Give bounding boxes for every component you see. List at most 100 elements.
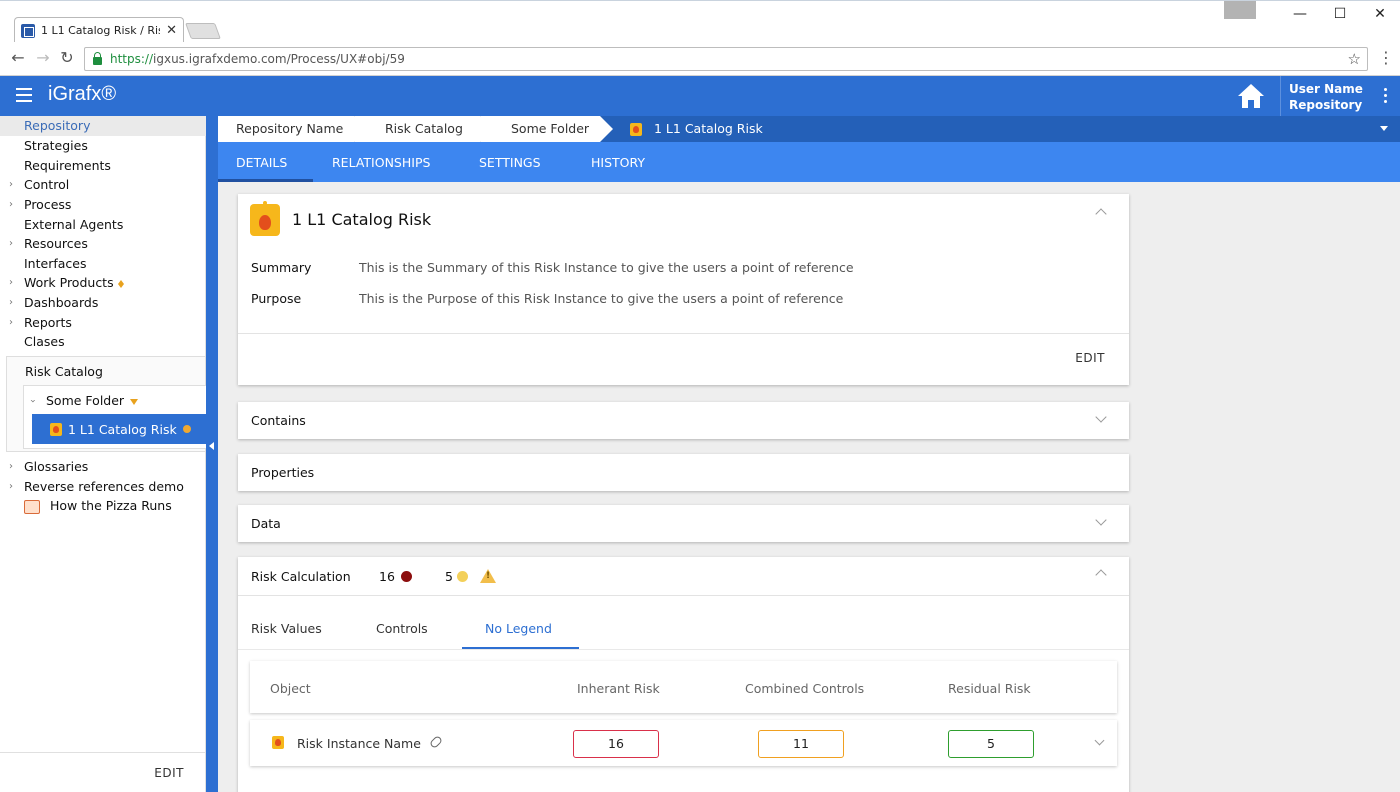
bookmark-star-icon[interactable]: ☆ (1348, 50, 1361, 68)
column-header-inherent[interactable]: Inherant Risk (577, 681, 660, 696)
sidebar-item-selected-risk[interactable]: 1 L1 Catalog Risk (32, 414, 208, 444)
properties-section[interactable]: Properties (238, 454, 1129, 491)
sidebar-item-pizza-runs[interactable]: How the Pizza Runs (0, 496, 200, 516)
breadcrumb-risk-catalog[interactable]: Risk Catalog (354, 116, 493, 142)
risk-calculation-section: Risk Calculation 16 5 Risk Values Contro… (238, 557, 1129, 792)
minimize-icon[interactable]: — (1280, 1, 1320, 29)
browser-menu-icon[interactable]: ⋮ (1376, 48, 1396, 68)
data-title: Data (251, 516, 281, 531)
data-section[interactable]: Data (238, 505, 1129, 542)
expand-chevron-icon[interactable] (1095, 514, 1107, 526)
folder-group: › Some Folder 1 L1 Catalog Risk (23, 385, 208, 449)
status-dot-icon (182, 425, 191, 433)
breadcrumb-repository-name[interactable]: Repository Name (218, 116, 367, 142)
sidebar-item-dashboards[interactable]: › Dashboards (0, 293, 200, 313)
back-arrow-icon[interactable]: ← (8, 48, 28, 68)
warning-indicator-icon (130, 398, 139, 405)
sidebar-item-work-products[interactable]: › Work Products (0, 273, 200, 293)
browser-tab[interactable]: 1 L1 Catalog Risk / Risk / ✕ (14, 17, 184, 43)
expand-chevron-icon[interactable]: › (9, 477, 13, 497)
sidebar-item-glossaries[interactable]: › Glossaries (0, 457, 200, 477)
tab-details[interactable]: DETAILS (236, 142, 287, 182)
sidebar-item-clases[interactable]: Clases (0, 332, 200, 352)
app-header: iGrafx® User Name Repository (0, 76, 1400, 116)
sidebar-item-risk-catalog[interactable]: Risk Catalog (1, 362, 201, 382)
breadcrumb-some-folder[interactable]: Some Folder (480, 116, 613, 142)
residual-risk-value[interactable]: 5 (948, 730, 1034, 758)
maximize-icon[interactable]: ☐ (1320, 1, 1360, 29)
detail-tabs: DETAILS RELATIONSHIPS SETTINGS HISTORY (218, 142, 1400, 182)
combined-controls-value[interactable]: 11 (758, 730, 844, 758)
expand-chevron-icon[interactable]: › (9, 195, 13, 215)
column-header-object[interactable]: Object (270, 681, 311, 696)
card-divider (238, 595, 1129, 596)
sidebar-edit-button[interactable]: EDIT (154, 766, 184, 780)
risk-table-header: Object Inherant Risk Combined Controls R… (250, 661, 1117, 713)
subtab-no-legend[interactable]: No Legend (485, 621, 552, 636)
breadcrumb-dropdown-icon[interactable] (1380, 126, 1388, 131)
forward-arrow-icon[interactable]: → (33, 48, 53, 68)
subtab-controls[interactable]: Controls (376, 621, 428, 636)
inherent-risk-value[interactable]: 16 (573, 730, 659, 758)
tab-close-icon[interactable]: ✕ (166, 23, 177, 38)
column-header-residual[interactable]: Residual Risk (948, 681, 1031, 696)
collapse-chevron-icon[interactable] (1095, 208, 1107, 220)
url-input[interactable]: https:// igxus.igrafxdemo.com/Process/UX… (84, 47, 1368, 71)
details-card: 1 L1 Catalog Risk Summary This is the Su… (238, 194, 1129, 385)
sidebar-item-reports[interactable]: › Reports (0, 313, 200, 333)
process-diagram-icon (24, 500, 40, 514)
expand-chevron-icon[interactable]: › (9, 293, 13, 313)
expand-chevron-icon[interactable]: › (9, 234, 13, 254)
expand-chevron-icon[interactable]: › (9, 457, 13, 477)
sidebar-footer: EDIT (0, 752, 206, 792)
sidebar-item-process[interactable]: › Process (0, 195, 200, 215)
url-path: igxus.igrafxdemo.com/Process/UX#obj/59 (153, 52, 405, 66)
risk-flame-icon (272, 736, 284, 749)
details-content: 1 L1 Catalog Risk Summary This is the Su… (218, 182, 1400, 792)
subtab-risk-values[interactable]: Risk Values (251, 621, 322, 636)
sidebar-collapse-handle[interactable] (206, 116, 218, 792)
sidebar-item-interfaces[interactable]: Interfaces (0, 254, 200, 274)
home-icon[interactable] (1236, 81, 1266, 111)
more-options-icon[interactable] (1384, 88, 1388, 106)
sidebar-item-control[interactable]: › Control (0, 175, 200, 195)
user-menu[interactable]: User Name Repository (1280, 76, 1400, 116)
expand-chevron-icon[interactable]: › (9, 175, 13, 195)
sidebar-item-requirements[interactable]: Requirements (0, 156, 200, 176)
contains-section[interactable]: Contains (238, 402, 1129, 439)
details-edit-button[interactable]: EDIT (1075, 351, 1105, 365)
risk-flame-icon (50, 422, 62, 436)
expand-chevron-icon[interactable]: › (9, 273, 13, 293)
sidebar-item-resources[interactable]: › Resources (0, 234, 200, 254)
expand-chevron-icon[interactable]: › (9, 313, 13, 333)
new-tab-button[interactable] (185, 23, 221, 39)
tab-relationships[interactable]: RELATIONSHIPS (332, 142, 430, 182)
warning-icon (479, 569, 496, 583)
collapse-chevron-icon[interactable] (1095, 569, 1107, 581)
summary-value: This is the Summary of this Risk Instanc… (359, 260, 854, 275)
collapse-chevron-icon[interactable]: › (22, 399, 42, 403)
properties-title: Properties (251, 465, 315, 480)
risk-instance-name[interactable]: Risk Instance Name (297, 736, 421, 751)
purpose-value: This is the Purpose of this Risk Instanc… (359, 291, 844, 306)
reload-icon[interactable]: ↻ (57, 48, 77, 68)
sidebar-item-repository[interactable]: Repository (0, 116, 206, 136)
table-row[interactable]: Risk Instance Name 16 11 5 (250, 720, 1117, 766)
link-icon[interactable] (428, 734, 444, 750)
tab-settings[interactable]: SETTINGS (479, 142, 541, 182)
contains-title: Contains (251, 413, 306, 428)
collapse-arrow-icon[interactable] (209, 442, 214, 450)
residual-risk-summary: 5 (445, 557, 496, 595)
sidebar-item-strategies[interactable]: Strategies (0, 136, 200, 156)
risk-calculation-title: Risk Calculation (251, 569, 351, 584)
sidebar-item-some-folder[interactable]: › Some Folder (24, 391, 204, 411)
window-profile-swatch (1224, 1, 1256, 19)
expand-row-chevron-icon[interactable] (1094, 735, 1105, 746)
hamburger-menu-icon[interactable] (16, 88, 32, 102)
sidebar-item-external-agents[interactable]: External Agents (0, 215, 200, 235)
tab-history[interactable]: HISTORY (591, 142, 645, 182)
column-header-combined[interactable]: Combined Controls (745, 681, 864, 696)
sidebar-item-reverse-references[interactable]: › Reverse references demo (0, 477, 200, 497)
expand-chevron-icon[interactable] (1095, 411, 1107, 423)
window-close-icon[interactable]: ✕ (1360, 1, 1400, 29)
